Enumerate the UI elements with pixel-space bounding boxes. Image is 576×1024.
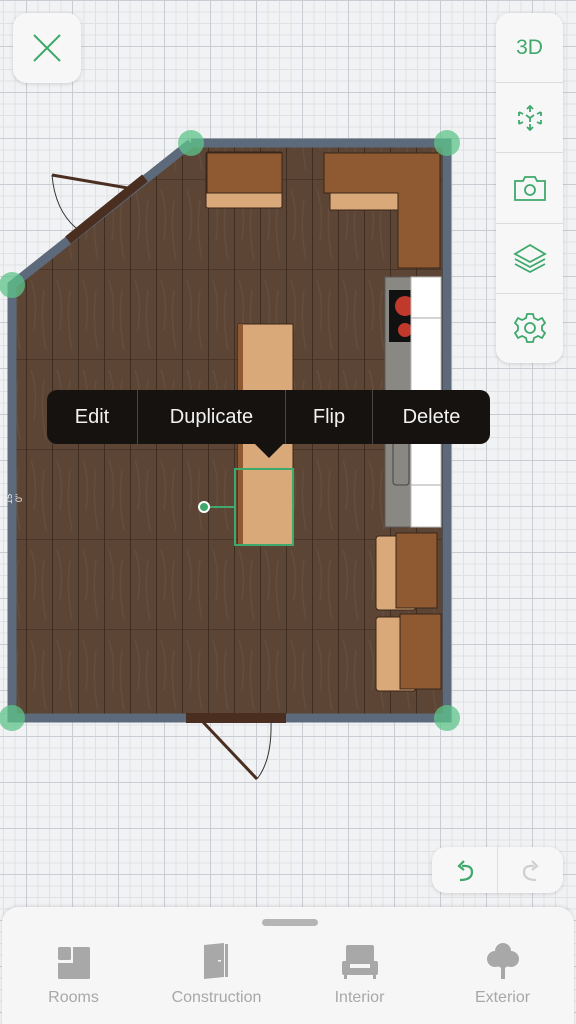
- close-button[interactable]: [13, 13, 81, 83]
- rotate-handle[interactable]: [198, 501, 210, 513]
- wall-vertex[interactable]: [434, 705, 460, 731]
- tab-rooms-label: Rooms: [48, 989, 99, 1006]
- context-menu-pointer: [255, 444, 283, 458]
- cabinet-top-left[interactable]: [205, 151, 283, 209]
- settings-button[interactable]: [496, 294, 563, 363]
- flip-button[interactable]: Flip: [286, 390, 373, 444]
- edit-button[interactable]: Edit: [47, 390, 138, 444]
- tree-icon: [486, 943, 519, 979]
- cabinet-right-2[interactable]: [375, 613, 442, 692]
- view-3d-label: 3D: [516, 35, 543, 59]
- context-menu: Edit Duplicate Flip Delete: [47, 390, 490, 444]
- undo-icon: [456, 860, 473, 882]
- tab-construction-label: Construction: [171, 989, 262, 1006]
- rooms-icon: [57, 947, 90, 979]
- tab-construction[interactable]: Construction: [145, 939, 288, 1007]
- bottom-sheet: Rooms Construction Interior Exterior: [2, 907, 574, 1024]
- close-icon: [33, 34, 61, 62]
- wall-vertex[interactable]: [0, 272, 25, 298]
- wall-vertex[interactable]: [0, 705, 25, 731]
- door-bottom[interactable]: [186, 713, 286, 781]
- layers-button[interactable]: [496, 224, 563, 294]
- tab-interior-label: Interior: [334, 989, 385, 1006]
- category-tabs: Rooms Construction Interior Exterior: [2, 939, 574, 1007]
- view-3d-button[interactable]: 3D: [496, 13, 563, 84]
- history-controls: [432, 847, 563, 893]
- tab-rooms[interactable]: Rooms: [2, 939, 145, 1007]
- armchair-icon: [341, 945, 378, 979]
- sheet-drag-handle[interactable]: [262, 919, 318, 926]
- cabinet-right-1[interactable]: [375, 532, 438, 611]
- transform-button[interactable]: [496, 83, 563, 154]
- redo-button[interactable]: [498, 847, 563, 893]
- redo-icon: [522, 860, 539, 882]
- tab-exterior-label: Exterior: [474, 989, 531, 1006]
- gear-icon: [513, 313, 546, 344]
- duplicate-button[interactable]: Duplicate: [138, 390, 286, 444]
- tab-interior[interactable]: Interior: [288, 939, 431, 1007]
- wall-dimension-label: 15' 0": [4, 492, 24, 504]
- tab-exterior[interactable]: Exterior: [431, 939, 574, 1007]
- undo-button[interactable]: [432, 847, 498, 893]
- snapshot-button[interactable]: [496, 153, 563, 224]
- wall-vertex[interactable]: [178, 130, 204, 156]
- floor-plan-canvas[interactable]: [0, 0, 576, 910]
- layers-icon: [512, 244, 547, 274]
- right-toolbar: 3D: [496, 13, 563, 363]
- move-3d-icon: [517, 104, 542, 132]
- door-icon: [203, 943, 228, 979]
- delete-button[interactable]: Delete: [373, 390, 490, 444]
- camera-icon: [513, 176, 546, 201]
- wall-vertex[interactable]: [434, 130, 460, 156]
